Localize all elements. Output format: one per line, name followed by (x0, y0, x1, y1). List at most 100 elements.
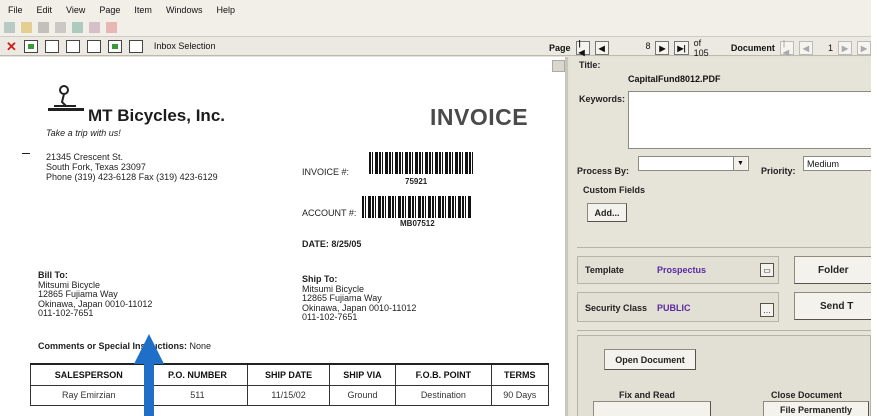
next-document-button[interactable]: ▶ (837, 41, 852, 55)
address-line: South Fork, Texas 23097 (46, 162, 146, 172)
address-line: 21345 Crescent St. (46, 152, 124, 162)
send-to-button[interactable]: Send T (794, 292, 871, 320)
divider (22, 153, 30, 154)
tool-icon[interactable] (72, 22, 83, 33)
process-by-label: Process By: (577, 166, 630, 176)
close-document-label: Close Document (771, 390, 843, 400)
menu-bar: File Edit View Page Item Windows Help (0, 0, 871, 19)
two-page-icon[interactable] (65, 39, 80, 53)
folder-button[interactable]: Folder (794, 256, 871, 284)
add-custom-field-button[interactable]: Add... (587, 203, 627, 222)
save-icon[interactable] (38, 22, 49, 33)
delete-icon[interactable] (106, 22, 117, 33)
inbox-selection-label[interactable]: Inbox Selection (154, 41, 216, 51)
next-page-button[interactable]: ▶ (655, 41, 670, 55)
company-tagline: Take a trip with us! (46, 128, 121, 138)
priority-label: Priority: (761, 166, 796, 176)
invoice-barcode (369, 152, 473, 174)
bicycle-logo-icon (48, 85, 84, 111)
table-cell: 90 Days (490, 384, 550, 406)
invoice-number-label: INVOICE #: (302, 167, 350, 177)
thumbnail-icon[interactable] (86, 39, 101, 53)
bill-to-line: 011-102-7651 (38, 308, 94, 318)
account-number: MB07512 (400, 219, 435, 228)
ship-to-block: Ship To: Mitsumi Bicycle 12865 Fujiama W… (302, 274, 416, 323)
menu-item[interactable]: Item (134, 5, 152, 15)
menu-file[interactable]: File (8, 5, 23, 15)
page-navigator: Page |◀ ◀ 8 ▶ ▶| of 105 Document |◀ ◀ 1 … (549, 38, 871, 58)
title-field[interactable]: CapitalFund8012.PDF (628, 74, 721, 84)
table-cell: Ground (328, 384, 397, 406)
table-header-row: SALESPERSON P.O. NUMBER SHIP DATE SHIP V… (29, 363, 550, 386)
custom-fields-label: Custom Fields (583, 185, 646, 195)
security-class-value: PUBLIC (657, 303, 691, 313)
page-icon[interactable] (55, 22, 66, 33)
menu-help[interactable]: Help (216, 5, 235, 15)
company-name: MT Bicycles, Inc. (88, 106, 225, 125)
viewer-scroll-button[interactable] (552, 60, 565, 72)
page-number-field[interactable]: 8 (614, 41, 650, 55)
app-window: File Edit View Page Item Windows Help ✕ … (0, 0, 877, 416)
last-document-button[interactable]: ▶ (856, 41, 871, 55)
first-document-button[interactable]: |◀ (779, 39, 794, 57)
company-address: 21345 Crescent St. South Fork, Texas 230… (46, 152, 218, 182)
document-label: Document (730, 43, 775, 53)
close-icon[interactable]: ✕ (6, 40, 17, 53)
invoice-date: DATE: 8/25/05 (302, 239, 362, 249)
priority-select[interactable]: Medium (803, 156, 871, 171)
account-number-label: ACCOUNT #: (302, 208, 357, 218)
index-panel: Title: CapitalFund8012.PDF Keywords: Pro… (571, 57, 871, 416)
divider (577, 247, 871, 248)
column-header: SHIP VIA (328, 363, 397, 386)
page-label: Page (549, 43, 571, 53)
comments-label: Comments or Special Instructions: (38, 341, 188, 351)
invoice-number: 75921 (405, 177, 428, 186)
keywords-field[interactable] (628, 91, 871, 149)
column-header: F.O.B. POINT (395, 363, 492, 386)
print-icon[interactable] (128, 39, 143, 53)
table-cell: Ray Emirzian (29, 384, 148, 406)
standard-toolbar (0, 19, 871, 36)
single-page-icon[interactable] (44, 39, 59, 53)
keywords-label: Keywords: (579, 94, 626, 104)
split-view-icon[interactable] (23, 39, 38, 53)
column-header: SALESPERSON (29, 363, 148, 386)
menu-page[interactable]: Page (99, 5, 120, 15)
ship-to-line: 011-102-7651 (302, 312, 358, 322)
table-cell: Destination (395, 384, 492, 406)
comments-line: Comments or Special Instructions: None (38, 341, 211, 351)
menu-edit[interactable]: Edit (37, 5, 53, 15)
first-page-button[interactable]: |◀ (575, 39, 590, 57)
table-row: Ray Emirzian 511 11/15/02 Ground Destina… (29, 384, 550, 406)
fix-and-read-button[interactable] (593, 401, 711, 416)
title-label: Title: (579, 60, 601, 70)
menu-windows[interactable]: Windows (166, 5, 203, 15)
comments-value: None (189, 341, 212, 351)
template-label: Template (585, 265, 624, 275)
table-cell: 11/15/02 (247, 384, 330, 406)
security-class-label: Security Class (585, 303, 648, 313)
file-permanently-button[interactable]: File Permanently (763, 401, 869, 416)
column-header: SHIP DATE (247, 363, 330, 386)
prev-page-button[interactable]: ◀ (594, 41, 609, 55)
last-page-button[interactable]: ▶| (674, 41, 689, 55)
fix-and-read-label: Fix and Read (619, 390, 676, 400)
column-header: TERMS (490, 363, 550, 386)
document-number-field[interactable]: 1 (828, 43, 833, 53)
menu-view[interactable]: View (66, 5, 85, 15)
scan-icon[interactable] (107, 39, 122, 53)
folder-icon[interactable] (21, 22, 32, 33)
open-document-button[interactable]: Open Document (604, 349, 696, 370)
divider (577, 330, 871, 331)
account-barcode (362, 196, 471, 218)
security-picker-icon[interactable]: … (760, 303, 774, 317)
prev-document-button[interactable]: ◀ (798, 41, 813, 55)
up-arrow-icon (134, 334, 164, 416)
template-picker-icon[interactable]: ▭ (760, 263, 774, 277)
edit-icon[interactable] (89, 22, 100, 33)
page-total: of 105 (693, 38, 709, 58)
chevron-down-icon[interactable]: ▼ (733, 157, 747, 170)
invoice-items-table: SALESPERSON P.O. NUMBER SHIP DATE SHIP V… (29, 363, 550, 406)
template-value: Prospectus (657, 265, 707, 275)
back-icon[interactable] (4, 22, 15, 33)
